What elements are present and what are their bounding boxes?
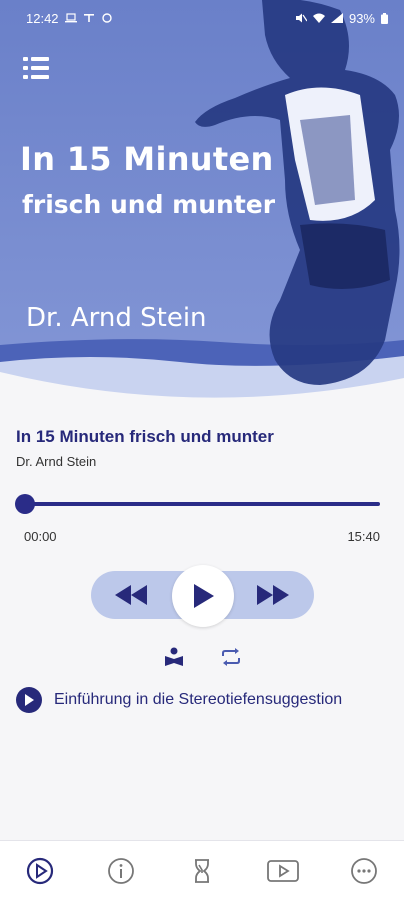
rewind-icon bbox=[115, 585, 147, 605]
repeat-button[interactable] bbox=[218, 644, 244, 670]
hero-author: Dr. Arnd Stein bbox=[26, 303, 207, 333]
status-time: 12:42 bbox=[26, 10, 59, 26]
hero-banner: 12:42 93% In 15 Minuten frisch und munte… bbox=[0, 0, 404, 405]
nav-history[interactable] bbox=[182, 851, 222, 891]
chapter-label: Einführung in die Stereotiefensuggestion bbox=[54, 691, 343, 708]
mute-icon bbox=[295, 13, 307, 23]
signal-icon bbox=[330, 13, 343, 23]
network-icon bbox=[83, 14, 94, 22]
history-icon bbox=[194, 858, 209, 883]
wifi-icon bbox=[312, 13, 325, 23]
play-icon bbox=[194, 584, 214, 608]
nav-player[interactable] bbox=[20, 851, 60, 891]
play-icon bbox=[25, 694, 34, 706]
fast-forward-icon bbox=[257, 585, 289, 605]
laptop-icon bbox=[64, 13, 77, 23]
progress-thumb[interactable] bbox=[15, 494, 35, 514]
bottom-navigation bbox=[0, 840, 404, 900]
total-time: 15:40 bbox=[347, 529, 380, 544]
forward-button[interactable] bbox=[250, 578, 294, 612]
nav-video[interactable] bbox=[263, 851, 303, 891]
chapter-play-button[interactable] bbox=[16, 687, 42, 713]
reader-icon bbox=[165, 647, 183, 666]
list-menu-icon bbox=[23, 57, 51, 61]
info-icon bbox=[108, 857, 135, 884]
video-icon bbox=[266, 859, 299, 882]
hero-subtitle: frisch und munter bbox=[22, 190, 276, 219]
play-button[interactable] bbox=[172, 565, 234, 627]
hero-title: In 15 Minuten bbox=[20, 140, 274, 178]
battery-icon bbox=[381, 12, 388, 24]
track-title: In 15 Minuten frisch und munter bbox=[16, 427, 274, 446]
battery-level: 93% bbox=[348, 10, 375, 26]
current-time: 00:00 bbox=[24, 529, 57, 544]
status-bar: 12:42 93% bbox=[0, 0, 404, 36]
reader-button[interactable] bbox=[161, 644, 187, 670]
rewind-button[interactable] bbox=[110, 578, 154, 612]
nav-info[interactable] bbox=[101, 851, 141, 891]
player-icon bbox=[27, 857, 54, 884]
menu-button[interactable] bbox=[22, 55, 52, 81]
chapter-item[interactable]: Einführung in die Stereotiefensuggestion bbox=[16, 685, 386, 715]
track-author: Dr. Arnd Stein bbox=[16, 454, 97, 469]
sync-icon bbox=[101, 13, 112, 23]
nav-more[interactable] bbox=[344, 851, 384, 891]
progress-bar[interactable] bbox=[24, 502, 380, 506]
repeat-icon bbox=[222, 648, 240, 666]
more-icon bbox=[350, 857, 377, 884]
